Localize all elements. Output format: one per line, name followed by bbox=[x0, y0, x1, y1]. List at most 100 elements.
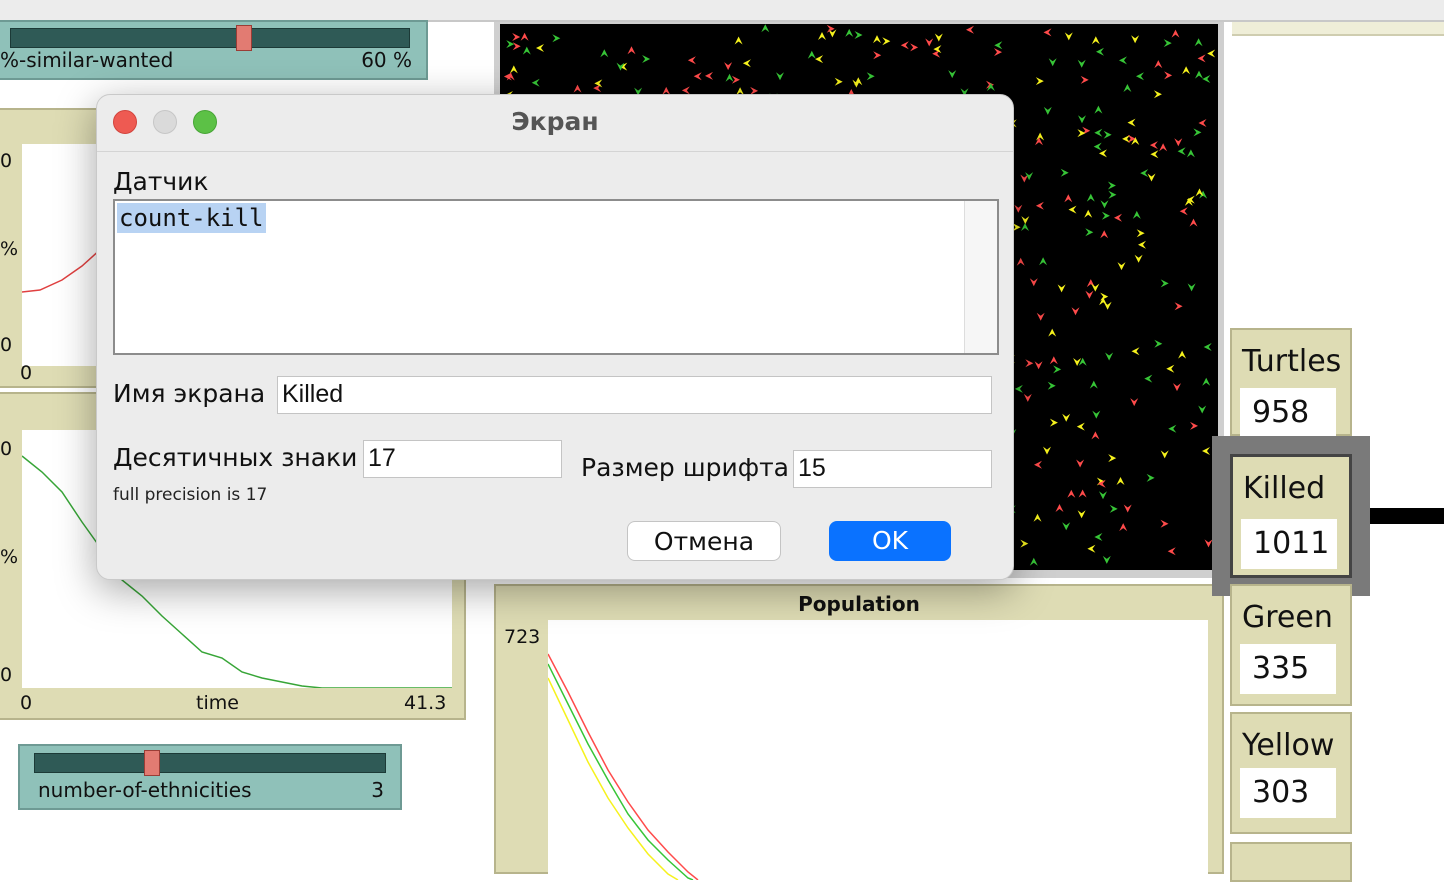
turtle-icon bbox=[1029, 557, 1038, 566]
slider-knob[interactable] bbox=[144, 750, 160, 776]
slider-track[interactable] bbox=[34, 753, 386, 773]
reporter-textarea[interactable]: count-kill bbox=[113, 199, 999, 355]
x-min-tick: 0 bbox=[20, 362, 33, 384]
y-axis-label: % bbox=[0, 546, 19, 568]
turtle-icon bbox=[1207, 49, 1216, 58]
turtle-icon bbox=[1147, 173, 1156, 182]
turtle-icon bbox=[1138, 240, 1146, 249]
turtle-icon bbox=[834, 77, 843, 86]
turtle-icon bbox=[1202, 377, 1211, 386]
display-name-field[interactable]: Killed bbox=[277, 376, 992, 414]
turtle-icon bbox=[1086, 193, 1095, 202]
turtle-icon bbox=[1034, 460, 1042, 469]
cancel-button[interactable]: Отмена bbox=[627, 521, 781, 561]
turtle-icon bbox=[1036, 312, 1045, 321]
turtle-icon bbox=[1099, 297, 1108, 306]
turtle-icon bbox=[1085, 290, 1094, 299]
turtle-icon bbox=[818, 32, 826, 40]
reporter-code[interactable]: count-kill bbox=[117, 203, 266, 233]
turtle-icon bbox=[1160, 519, 1169, 528]
monitor-green[interactable]: Green 335 bbox=[1230, 584, 1352, 706]
y-axis-label: % bbox=[0, 238, 19, 260]
turtle-icon bbox=[1114, 213, 1122, 222]
turtle-icon bbox=[1123, 84, 1132, 92]
turtle-icon bbox=[1053, 365, 1062, 374]
turtle-icon bbox=[536, 44, 544, 52]
decimal-places-field[interactable]: 17 bbox=[363, 440, 562, 478]
turtle-icon bbox=[687, 56, 696, 65]
turtle-icon bbox=[882, 37, 891, 46]
turtle-icon bbox=[1174, 302, 1183, 311]
turtle-icon bbox=[1131, 35, 1140, 44]
monitor-killed[interactable]: Killed 1011 bbox=[1230, 454, 1352, 578]
turtle-icon bbox=[1080, 75, 1089, 84]
turtle-icon bbox=[1163, 39, 1172, 48]
turtle-icon bbox=[1131, 347, 1140, 356]
monitor-turtles[interactable]: Turtles 958 bbox=[1230, 328, 1352, 438]
turtle-icon bbox=[1146, 473, 1155, 482]
slider-track[interactable] bbox=[10, 28, 410, 48]
turtle-icon bbox=[910, 43, 919, 52]
turtle-icon bbox=[1087, 544, 1096, 553]
monitor-yellow[interactable]: Yellow 303 bbox=[1230, 712, 1352, 834]
turtle-icon bbox=[1047, 381, 1056, 390]
turtle-icon bbox=[1150, 150, 1159, 159]
turtle-icon bbox=[1189, 218, 1198, 227]
turtle-icon bbox=[1093, 142, 1102, 151]
turtle-icon bbox=[512, 33, 521, 41]
turtle-icon bbox=[1067, 489, 1076, 498]
population-lines bbox=[547, 653, 699, 881]
turtle-icon bbox=[1178, 350, 1187, 359]
turtle-icon bbox=[1164, 71, 1173, 80]
dialog-title: Экран bbox=[511, 107, 599, 136]
turtle-icon bbox=[1198, 405, 1207, 414]
turtle-icon bbox=[1033, 513, 1042, 522]
slider-knob[interactable] bbox=[236, 25, 252, 51]
turtle-icon bbox=[1160, 279, 1169, 288]
precision-note: full precision is 17 bbox=[113, 485, 268, 505]
turtle-icon bbox=[1154, 339, 1163, 348]
turtle-icon bbox=[1107, 181, 1116, 190]
turtle-icon bbox=[1043, 106, 1052, 115]
number-of-ethnicities-slider[interactable]: number-of-ethnicities 3 bbox=[18, 744, 402, 810]
font-size-field[interactable]: 15 bbox=[793, 450, 992, 488]
ok-button[interactable]: OK bbox=[829, 521, 951, 561]
turtle-icon bbox=[815, 55, 824, 64]
reporter-scrollbar[interactable] bbox=[964, 201, 997, 353]
turtle-icon bbox=[1136, 229, 1145, 238]
turtle-icon bbox=[509, 65, 518, 74]
turtle-icon bbox=[1021, 216, 1030, 225]
y-max-tick: 723 bbox=[504, 626, 541, 648]
turtle-icon bbox=[506, 40, 515, 49]
turtle-icon bbox=[1153, 90, 1162, 99]
turtle-icon bbox=[627, 46, 636, 55]
turtle-icon bbox=[1103, 130, 1112, 139]
turtle-icon bbox=[1099, 149, 1107, 158]
monitor-label: Turtles bbox=[1242, 344, 1342, 379]
turtle-icon bbox=[1194, 38, 1203, 47]
turtle-icon bbox=[522, 46, 531, 55]
turtle-icon bbox=[1101, 211, 1110, 220]
monitor-value: 335 bbox=[1240, 644, 1336, 694]
turtle-icon bbox=[761, 24, 770, 33]
turtle-icon bbox=[1084, 209, 1093, 218]
turtle-icon bbox=[1179, 207, 1188, 216]
turtle-icon bbox=[925, 38, 934, 47]
dialog-titlebar: Экран bbox=[97, 95, 1013, 152]
turtle-icon bbox=[1174, 138, 1183, 147]
turtle-icon bbox=[1197, 54, 1206, 63]
monitor-partial[interactable] bbox=[1230, 842, 1352, 882]
turtle-icon bbox=[1036, 132, 1045, 141]
turtle-icon bbox=[1140, 169, 1149, 178]
turtle-icon bbox=[1127, 118, 1136, 127]
turtle-icon bbox=[966, 25, 974, 34]
turtle-icon bbox=[1071, 307, 1080, 316]
turtle-icon bbox=[1034, 361, 1043, 370]
similar-wanted-slider[interactable]: %-similar-wanted 60 % bbox=[0, 20, 428, 80]
similarity-plot: 0 % 0 0 bbox=[0, 108, 113, 388]
turtle-icon bbox=[948, 70, 957, 79]
turtle-icon bbox=[1149, 141, 1158, 150]
turtle-icon bbox=[1094, 533, 1103, 541]
slider-value: 3 bbox=[371, 778, 384, 802]
turtle-icon bbox=[1057, 284, 1066, 293]
